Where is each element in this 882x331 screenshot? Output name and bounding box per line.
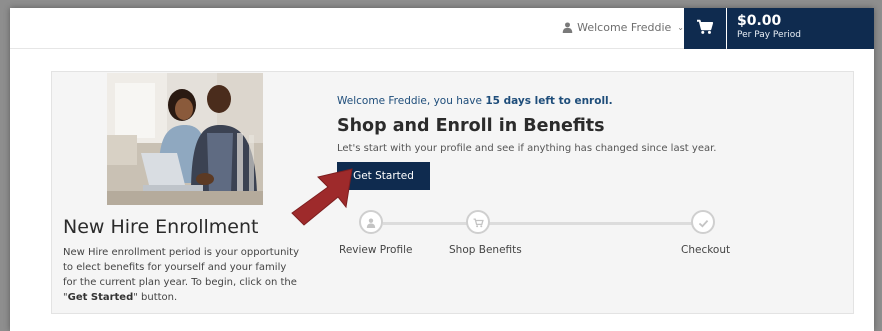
step-label-checkout: Checkout [681,244,731,256]
days-left: 15 days left to enroll. [485,95,613,107]
cart-button[interactable] [684,8,726,49]
step-review-profile-circle [359,210,383,234]
step-label-shop-benefits: Shop Benefits [449,244,522,256]
user-menu[interactable]: Welcome Freddie ⌄ [562,21,684,34]
cart-summary[interactable]: $0.00 Per Pay Period [727,8,874,49]
page-subtext: Let's start with your profile and see if… [337,143,717,154]
step-shop-benefits-circle [466,210,490,234]
enroll-welcome-line: Welcome Freddie, you have 15 days left t… [337,95,613,107]
check-icon [698,213,709,232]
step-label-review-profile: Review Profile [339,244,413,256]
chevron-down-icon: ⌄ [677,23,684,32]
progress-track [383,222,703,225]
couple-photo [107,73,263,205]
description-end: " button. [133,292,178,303]
welcome-text: Welcome Freddie [577,21,672,34]
cart-icon [473,213,484,232]
top-navbar: Welcome Freddie ⌄ $0.00 Per Pay Period [10,8,874,49]
user-icon [562,22,573,33]
cart-icon [696,19,714,39]
page: Welcome Freddie ⌄ $0.00 Per Pay Period N… [10,8,874,331]
cart-period: Per Pay Period [737,30,801,40]
new-hire-title: New Hire Enrollment [63,216,259,238]
description-bold: Get Started [67,292,134,303]
cart-amount: $0.00 [737,13,782,29]
new-hire-description: New Hire enrollment period is your oppor… [63,245,303,305]
user-icon [366,213,376,232]
step-checkout-circle [691,210,715,234]
page-heading: Shop and Enroll in Benefits [337,116,605,136]
arrow-pointer-icon [288,167,354,227]
enrollment-panel: New Hire Enrollment New Hire enrollment … [51,71,854,314]
welcome-prefix: Welcome Freddie, you have [337,95,486,107]
